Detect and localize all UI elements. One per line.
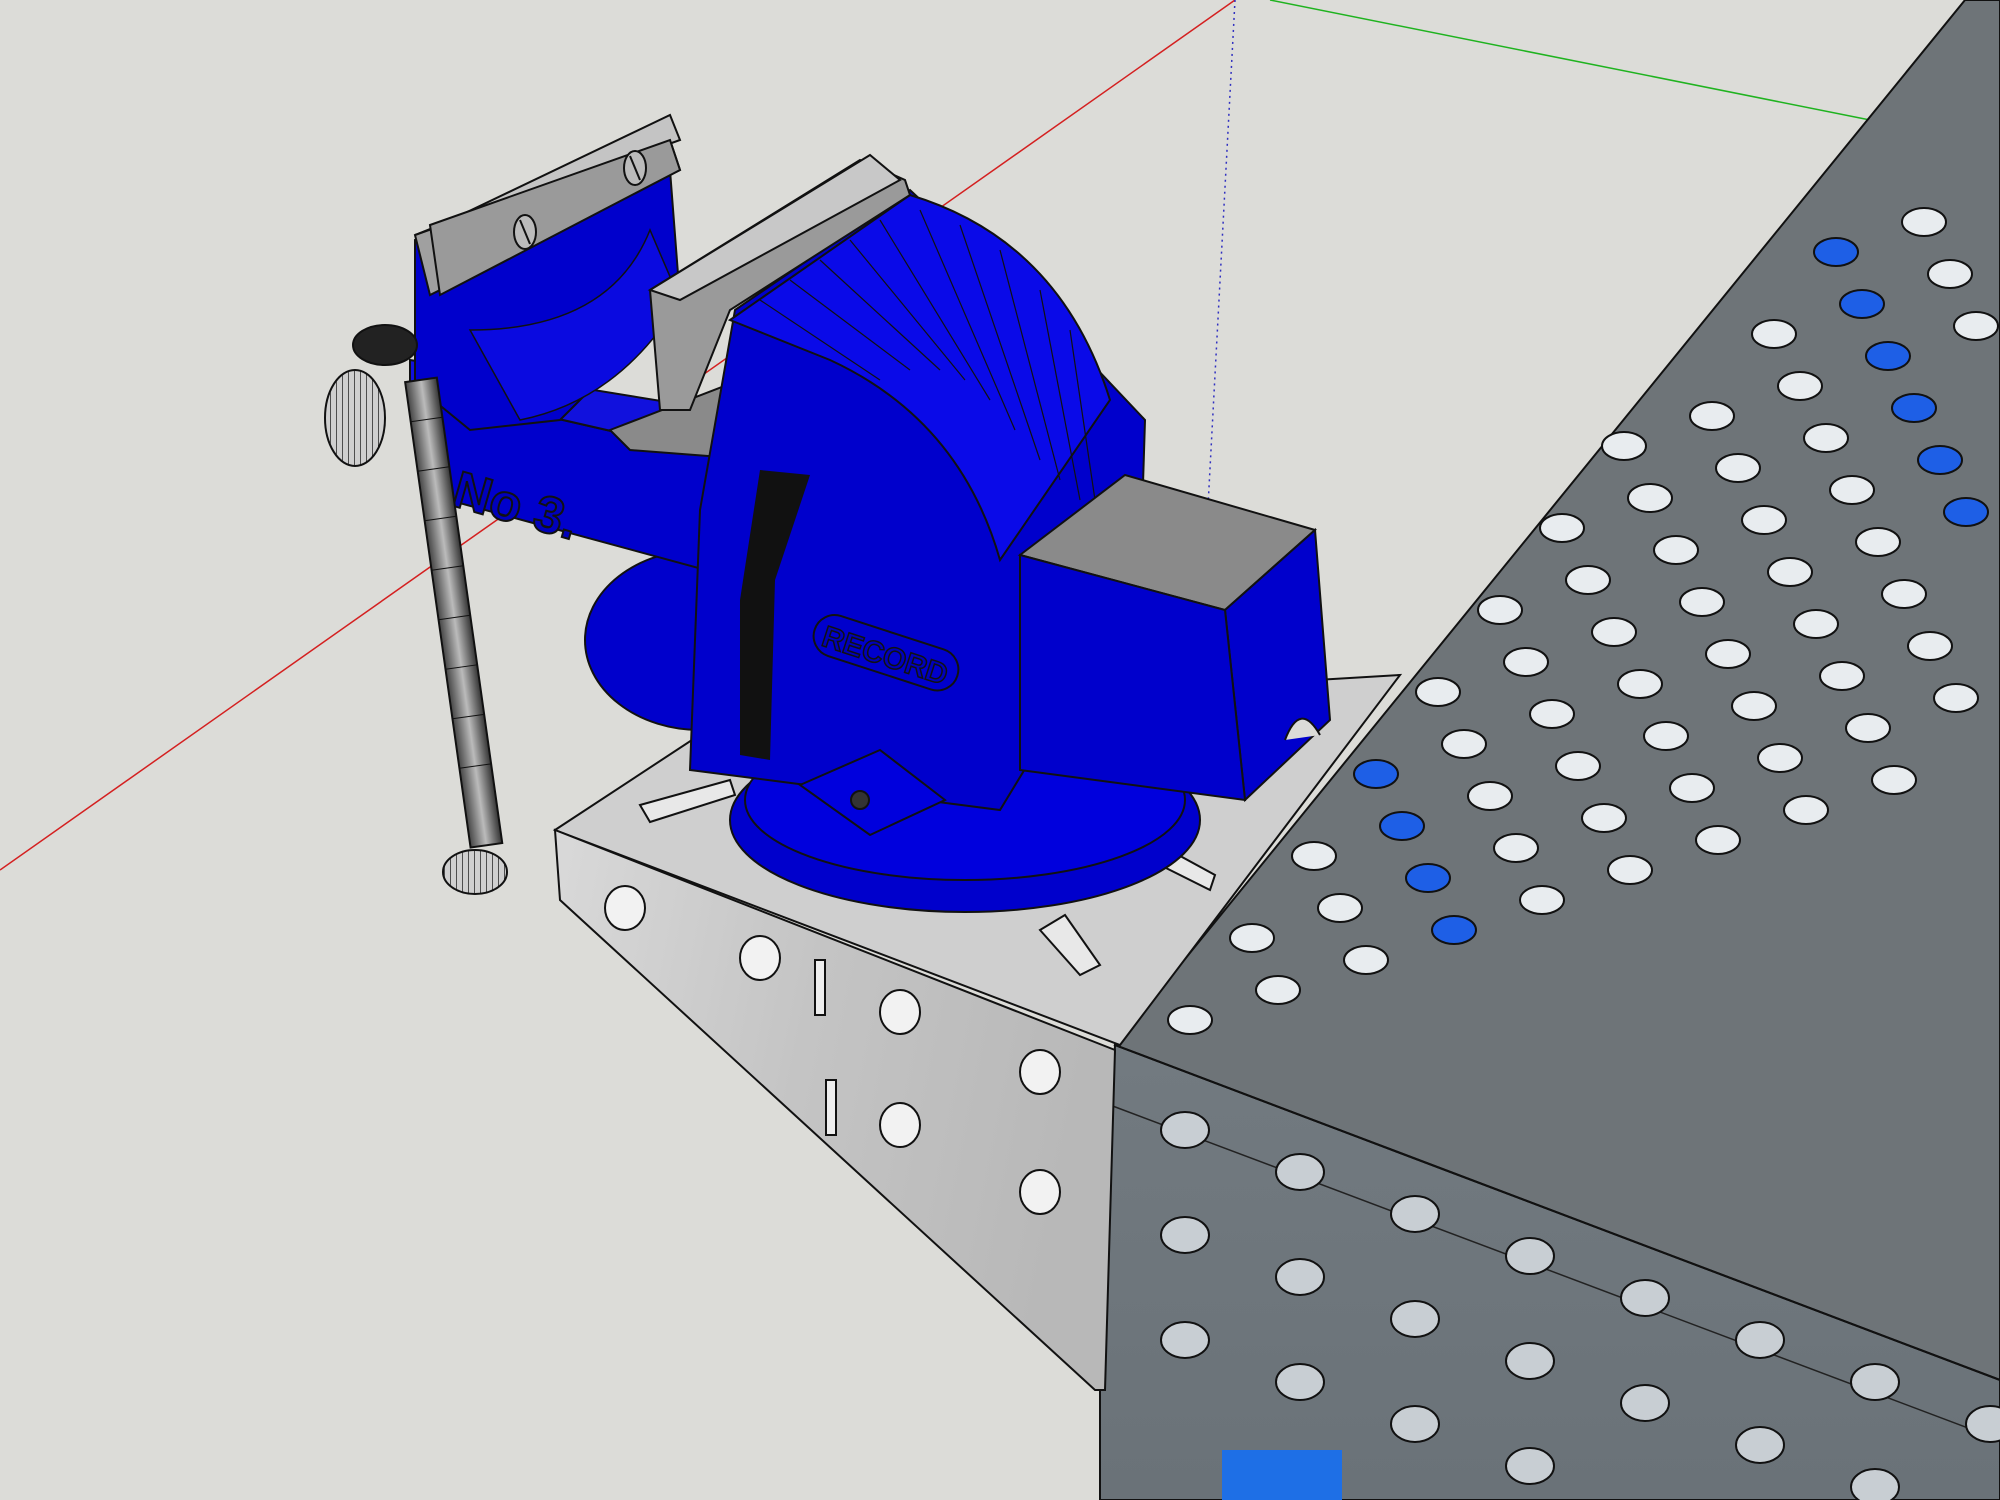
table-hole [1627, 483, 1673, 513]
table-hole [1653, 535, 1699, 565]
table-hole [1467, 781, 1513, 811]
table-hole [1529, 699, 1575, 729]
table-hole [1519, 885, 1565, 915]
block-slot [825, 1079, 837, 1136]
table-hole [1839, 289, 1885, 319]
table-hole [1933, 683, 1979, 713]
table-hole [1783, 795, 1829, 825]
table-hole [1390, 1405, 1440, 1443]
table-hole [1160, 1216, 1210, 1254]
table-hole [1767, 557, 1813, 587]
table-hole [1390, 1300, 1440, 1338]
table-leg [1222, 1450, 1342, 1500]
table-hole [739, 935, 781, 981]
table-hole [1503, 647, 1549, 677]
table-hole [1793, 609, 1839, 639]
table-hole [1953, 311, 1999, 341]
table-hole [1493, 833, 1539, 863]
table-hole [1405, 863, 1451, 893]
table-hole [1757, 743, 1803, 773]
table-hole [1160, 1321, 1210, 1359]
table-hole [1607, 855, 1653, 885]
table-hole [1581, 803, 1627, 833]
table-hole [1850, 1468, 1900, 1500]
lead-screw-knob [324, 369, 386, 467]
table-hole [1275, 1363, 1325, 1401]
table-hole [1353, 759, 1399, 789]
table-hole [1317, 893, 1363, 923]
table-hole [1917, 445, 1963, 475]
table-hole [1441, 729, 1487, 759]
table-hole [1643, 721, 1689, 751]
table-hole [1819, 661, 1865, 691]
table-hole [1813, 237, 1859, 267]
table-hole [1669, 773, 1715, 803]
table-hole [1689, 401, 1735, 431]
table-hole [1601, 431, 1647, 461]
table-hole [1505, 1342, 1555, 1380]
table-hole [1229, 923, 1275, 953]
block-slot [814, 959, 826, 1016]
table-hole [1735, 1426, 1785, 1464]
table-hole [1019, 1169, 1061, 1215]
table-hole [1850, 1363, 1900, 1401]
table-hole [1741, 505, 1787, 535]
table-hole [1617, 669, 1663, 699]
table-hole [604, 885, 646, 931]
table-hole [1620, 1384, 1670, 1422]
table-hole [1390, 1195, 1440, 1233]
3d-viewport[interactable]: No 3. RECORD [0, 0, 2000, 1500]
table-hole [1829, 475, 1875, 505]
table-hole [1907, 631, 1953, 661]
table-hole [1871, 765, 1917, 795]
table-hole [1019, 1049, 1061, 1095]
swivel-lock-bolt [850, 790, 870, 810]
table-hole [1167, 1005, 1213, 1035]
table-hole [1539, 513, 1585, 543]
table-hole [1777, 371, 1823, 401]
table-hole [1275, 1258, 1325, 1296]
table-hole [1431, 915, 1477, 945]
table-hole [1555, 751, 1601, 781]
handle-top-knob [352, 324, 418, 366]
table-hole [1343, 945, 1389, 975]
table-hole [1591, 617, 1637, 647]
table-hole [1255, 975, 1301, 1005]
table-hole [1927, 259, 1973, 289]
table-hole [1751, 319, 1797, 349]
table-hole [1855, 527, 1901, 557]
table-hole [879, 1102, 921, 1148]
table-hole [1705, 639, 1751, 669]
table-hole [1379, 811, 1425, 841]
table-hole [1565, 565, 1611, 595]
table-hole [1865, 341, 1911, 371]
bench-vise[interactable]: No 3. RECORD [324, 113, 1332, 913]
table-hole [1160, 1111, 1210, 1149]
table-hole [1415, 677, 1461, 707]
table-hole [1679, 587, 1725, 617]
handle-end-knob [442, 849, 508, 895]
table-hole [879, 989, 921, 1035]
table-hole [1731, 691, 1777, 721]
table-hole [1715, 453, 1761, 483]
table-hole [1901, 207, 1947, 237]
table-hole [1275, 1153, 1325, 1191]
table-hole [1803, 423, 1849, 453]
table-hole [1735, 1321, 1785, 1359]
table-hole [1943, 497, 1989, 527]
table-hole [1620, 1279, 1670, 1317]
table-hole [1477, 595, 1523, 625]
table-hole [1881, 579, 1927, 609]
table-hole [1891, 393, 1937, 423]
table-hole [1695, 825, 1741, 855]
table-hole [1505, 1237, 1555, 1275]
table-hole [1505, 1447, 1555, 1485]
green-axis [1269, 0, 1871, 121]
table-hole [1291, 841, 1337, 871]
table-hole [1845, 713, 1891, 743]
